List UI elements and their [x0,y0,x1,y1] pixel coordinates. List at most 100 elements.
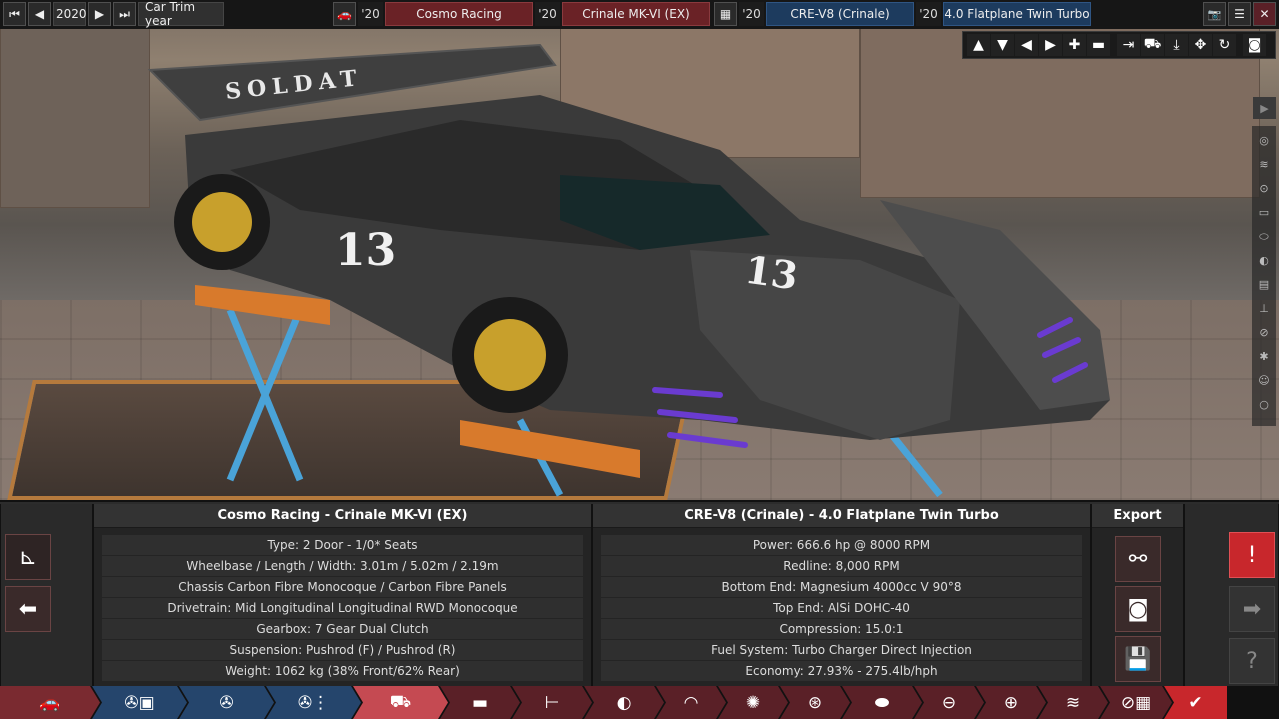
list-item: Type: 2 Door - 1/0* Seats [102,535,583,555]
engine-icon[interactable]: ▦ [714,2,737,26]
export-title: Export [1092,504,1183,528]
camera-icon[interactable]: 📷 [1203,2,1226,26]
list-item: Bottom End: Magnesium 4000cc V 90°8 [601,577,1082,597]
photo-icon[interactable]: ◙ [1115,586,1161,632]
game-window: SOLDAT 13 13 ⏮ ◀ 2020 ▶ ⏭ Car Trim year … [0,0,1279,719]
rewind-icon[interactable]: ⏮ [3,2,26,26]
model-selector[interactable]: Crinale MK-VI (EX) [562,2,710,26]
nav-tuning-icon[interactable]: ⊕ [976,686,1046,719]
nav-variant-icon[interactable]: ✇⋮ [266,686,361,719]
rotate-icon[interactable]: ✥ [1189,34,1212,56]
camera-controls: ▲ ▼ ◀ ▶ ✚ ▬ ⇥ ⛟ ⤓ ✥ ↻ ◙ [962,31,1276,59]
align-right-icon[interactable]: ⇥ [1117,34,1140,56]
list-item: Gearbox: 7 Gear Dual Clutch [102,619,583,639]
car-number-front: 13 [742,246,801,299]
variant-year: '20 [916,2,941,26]
up-arrow-icon[interactable]: ▲ [967,34,990,56]
nav-aero-icon[interactable]: ⬬ [842,686,922,719]
left-arrow-icon[interactable]: ◀ [1015,34,1038,56]
close-icon[interactable]: ✕ [1253,2,1276,26]
top-bar: ⏮ ◀ 2020 ▶ ⏭ Car Trim year 🚗 '20 Cosmo R… [0,0,1279,29]
nav-company-icon[interactable]: ✇▣ [92,686,187,719]
nav-suspension-icon[interactable]: ≋ [1038,686,1108,719]
next-year-button[interactable]: ▶ [88,2,111,26]
nav-finish-icon[interactable]: ✔ [1164,686,1227,719]
zoom-in-icon[interactable]: ✚ [1063,34,1086,56]
car-icon[interactable]: 🚗 [333,2,356,26]
nav-body-icon[interactable]: ▬ [440,686,520,719]
car-summary: Cosmo Racing - Crinale MK-VI (EX) Type: … [93,504,592,686]
nav-gearbox-icon[interactable]: ◠ [656,686,726,719]
list-item: Weight: 1062 kg (38% Front/62% Rear) [102,661,583,681]
list-item: Chassis Carbon Fibre Monocoque / Carbon … [102,577,583,597]
car-view-icon[interactable]: ⛟ [1141,34,1164,56]
nav-car-icon[interactable]: 🚗 [0,686,100,719]
trim-year-label: Car Trim year [138,0,224,28]
share-icon[interactable]: ⚯ [1115,536,1161,582]
grille-icon[interactable]: ▤ [1254,274,1274,295]
nav-fixtures-icon[interactable]: ◐ [584,686,664,719]
warning-button[interactable]: ! [1229,532,1275,578]
notes-icon[interactable]: ☰ [1228,2,1251,26]
spring-icon[interactable]: ≋ [1254,154,1274,175]
graph-icon[interactable]: ⊾ [5,534,51,580]
settings-icon[interactable]: ✱ [1254,346,1274,367]
list-item: Wheelbase / Length / Width: 3.01m / 5.02… [102,556,583,576]
nav-interior-icon[interactable]: ⊖ [914,686,984,719]
nav-drivetrain-icon[interactable]: ⊢ [512,686,592,719]
designer-nav: 🚗 ✇▣ ✇ ✇⋮ ⛟ ▬ ⊢ ◐ ◠ ✺ ⊛ ⬬ ⊖ ⊕ ≋ ⊘▦ ✔ [0,686,1279,719]
body-icon[interactable]: ⬭ [1254,226,1274,247]
car-number-side: 13 [335,225,397,276]
chassis-icon[interactable]: ▭ [1254,202,1274,223]
list-item: Fuel System: Turbo Charger Direct Inject… [601,640,1082,660]
nav-brakes-icon[interactable]: ⊛ [780,686,850,719]
right-tools: ! ➡ ? [1184,504,1279,686]
list-item: Redline: 8,000 RPM [601,556,1082,576]
list-item: Compression: 15.0:1 [601,619,1082,639]
fast-forward-icon[interactable]: ⏭ [113,2,136,26]
reset-view-icon[interactable]: ↻ [1213,34,1236,56]
variant-selector[interactable]: 4.0 Flatplane Twin Turbo [943,2,1091,26]
circle-icon[interactable]: ○ [1254,394,1274,415]
down-arrow-icon[interactable]: ▼ [991,34,1014,56]
model-year: '20 [535,2,560,26]
help-button[interactable]: ? [1229,638,1275,684]
car-summary-title: Cosmo Racing - Crinale MK-VI (EX) [94,504,591,528]
company-selector[interactable]: Cosmo Racing [385,2,533,26]
info-panel: ⊾ ⬅ Cosmo Racing - Crinale MK-VI (EX) Ty… [0,500,1279,686]
side-toolbar: ◎ ≋ ⊙ ▭ ⬭ ◐ ▤ ⊥ ⊘ ✱ ☺ ○ [1252,126,1276,426]
wheel-icon[interactable]: ◎ [1254,130,1274,151]
left-tools: ⊾ ⬅ [0,504,93,686]
no-icon[interactable]: ⊘ [1254,322,1274,343]
previous-year-button[interactable]: ◀ [28,2,51,26]
car-render [147,43,1110,498]
list-item: Drivetrain: Mid Longitudinal Longitudina… [102,598,583,618]
seat-icon[interactable]: ⊥ [1254,298,1274,319]
engine-family-selector[interactable]: CRE-V8 (Crinale) [766,2,914,26]
screenshot-icon[interactable]: ◙ [1243,34,1266,56]
engine-year: '20 [739,2,764,26]
next-button[interactable]: ➡ [1229,586,1275,632]
lower-icon[interactable]: ⤓ [1165,34,1188,56]
save-icon[interactable]: 💾 [1115,636,1161,682]
list-item: Suspension: Pushrod (F) / Pushrod (R) [102,640,583,660]
brake-icon[interactable]: ⊙ [1254,178,1274,199]
year-display: 2020 [53,2,87,26]
person-icon[interactable]: ☺ [1254,370,1274,391]
engine-summary: CRE-V8 (Crinale) - 4.0 Flatplane Twin Tu… [592,504,1091,686]
nav-engine-icon[interactable]: ✇ [179,686,274,719]
right-arrow-icon[interactable]: ▶ [1039,34,1062,56]
headlight-icon[interactable]: ◐ [1254,250,1274,271]
engine-summary-title: CRE-V8 (Crinale) - 4.0 Flatplane Twin Tu… [593,504,1090,528]
nav-wheels-icon[interactable]: ✺ [718,686,788,719]
list-item: Power: 666.6 hp @ 8000 RPM [601,535,1082,555]
car-viewport[interactable]: SOLDAT 13 13 [0,0,1279,500]
nav-trim-icon[interactable]: ⛟ [353,686,448,719]
list-item: Economy: 27.93% - 275.4lb/hph [601,661,1082,681]
company-year: '20 [358,2,383,26]
side-play-icon[interactable]: ▶ [1253,97,1276,119]
nav-testing-icon[interactable]: ⊘▦ [1100,686,1172,719]
zoom-out-icon[interactable]: ▬ [1087,34,1110,56]
back-button[interactable]: ⬅ [5,586,51,632]
list-item: Top End: AlSi DOHC-40 [601,598,1082,618]
